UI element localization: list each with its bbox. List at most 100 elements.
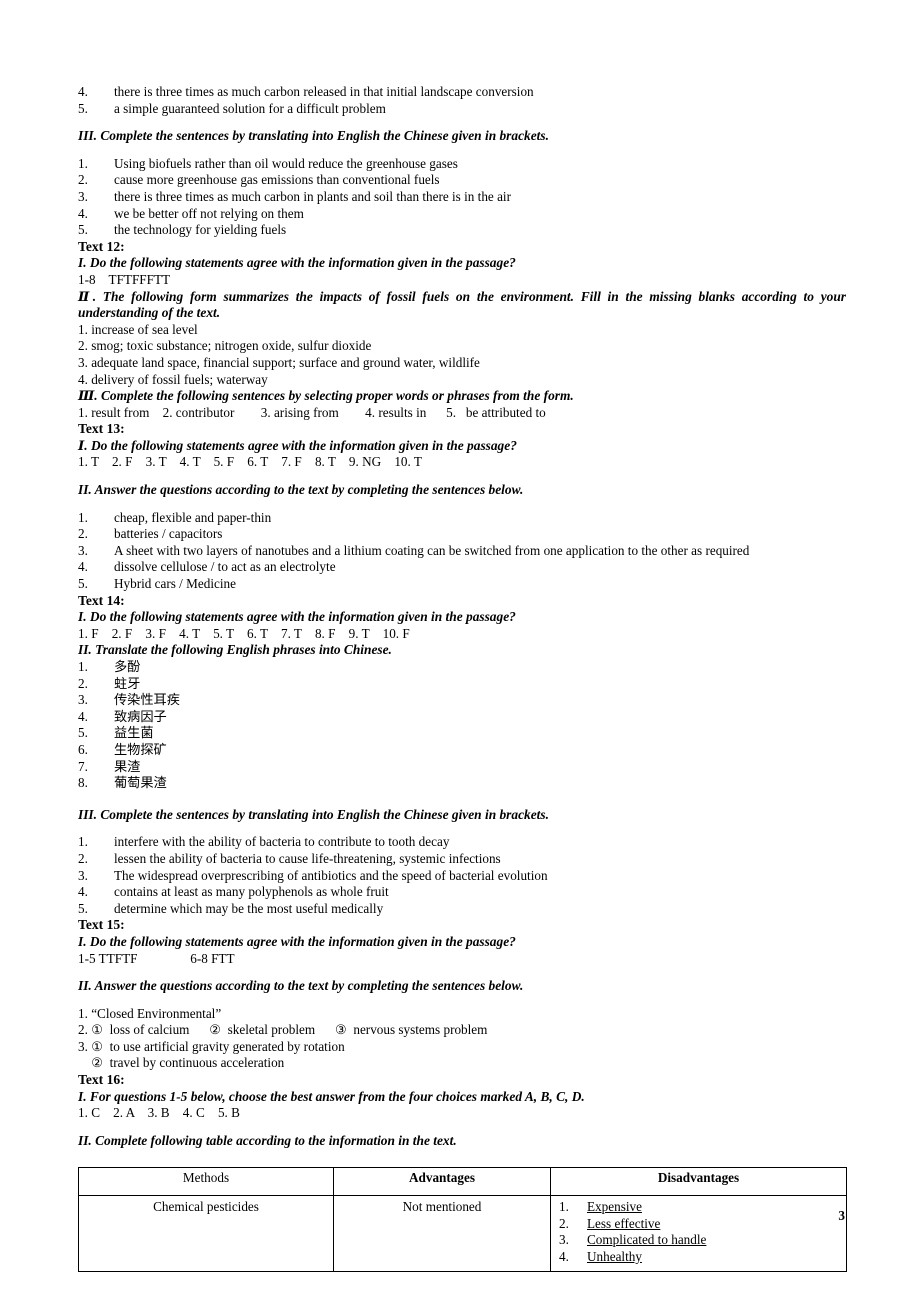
text16-title: Text 16:	[78, 1072, 125, 1088]
list-item-number: 2.	[78, 526, 88, 542]
list-item-text: Using biofuels rather than oil would red…	[114, 155, 458, 171]
list-item-number: 4.	[78, 84, 88, 99]
list-item-text: 葡萄果渣	[114, 775, 167, 791]
list-item-number: 2.	[78, 172, 88, 188]
list-item-text: 果渣	[114, 758, 141, 774]
text12-part2-answer-4: 4. delivery of fossil fuels; waterway	[78, 371, 268, 387]
table-cell-method: Chemical pesticides	[78, 1195, 334, 1273]
text14-title: Text 14:	[78, 592, 125, 608]
list-item: 2. cause more greenhouse gas emissions t…	[78, 172, 846, 189]
disadvantages-list: 1. Expensive 2. Less effective 3. Compli…	[551, 1199, 846, 1265]
text12-part2-heading: Ⅱ. The following form summarizes the imp…	[78, 288, 846, 321]
list-item: 1. 多酚	[78, 659, 846, 676]
list-item-number: 4.	[78, 884, 88, 900]
table-cell-disadvantages: 1. Expensive 2. Less effective 3. Compli…	[550, 1195, 847, 1273]
list-item: 2. batteries / capacitors	[78, 526, 846, 543]
list-item: 2. 蛀牙	[78, 676, 846, 693]
table-header-row: Methods Advantages Disadvantages	[78, 1167, 847, 1197]
list-item-number: 4.	[78, 708, 88, 724]
text14-part1-heading: I. Do the following statements agree wit…	[78, 609, 516, 625]
text12-title: Text 12:	[78, 238, 125, 254]
list-item-text: the technology for yielding fuels	[114, 222, 287, 238]
list-item: 1. cheap, flexible and paper-thin	[78, 510, 846, 527]
text16-part2-heading: II. Complete following table according t…	[78, 1132, 457, 1148]
list-item-text: Less effective	[587, 1215, 661, 1231]
list-item-number: 5.	[78, 222, 88, 238]
page-number: 3	[838, 1208, 845, 1223]
list-item: 5. 益生菌	[78, 725, 846, 742]
list-item: 4. contains at least as many polyphenols…	[78, 884, 846, 901]
text14-part2-heading: II. Translate the following English phra…	[78, 642, 392, 658]
text12-part1-heading: I. Do the following statements agree wit…	[78, 255, 516, 271]
list-item: 7. 果渣	[78, 759, 846, 776]
list-item-text: interfere with the ability of bacteria t…	[114, 834, 450, 850]
list-item: 3. A sheet with two layers of nanotubes …	[78, 543, 846, 560]
text13-part1-heading: Ⅰ. Do the following statements agree wit…	[78, 437, 517, 453]
list-item-text: 蛀牙	[114, 675, 141, 691]
list-item-text: The widespread overprescribing of antibi…	[114, 867, 548, 883]
table-container: Methods Advantages Disadvantages Chemica…	[78, 1167, 847, 1273]
table-cell-advantage: Not mentioned	[333, 1195, 551, 1273]
list-item: 2. lessen the ability of bacteria to cau…	[78, 851, 846, 868]
list-item-number: 4.	[559, 1248, 569, 1264]
text15-title: Text 15:	[78, 917, 125, 933]
list-item: 5. the technology for yielding fuels	[78, 222, 846, 239]
list-item-number: 3.	[78, 188, 88, 204]
list-item-number: 3.	[78, 692, 88, 708]
list-item: 4. 致病因子	[78, 709, 846, 726]
list-item-text: determine which may be the most useful m…	[114, 900, 384, 916]
section-heading-translate-1: III. Complete the sentences by translati…	[78, 128, 549, 144]
text13-part2-answers-list: 1. cheap, flexible and paper-thin 2. bat…	[78, 510, 846, 593]
top-continuation-list: 4. there is three times as much carbon r…	[78, 84, 846, 117]
list-item-text: cheap, flexible and paper-thin	[114, 509, 272, 525]
list-item-text: dissolve cellulose / to act as an electr…	[114, 559, 336, 575]
list-item-number: 2.	[78, 850, 88, 866]
list-item-text: cause more greenhouse gas emissions than…	[114, 172, 440, 188]
text15-part1-answer: 1-5 TTFTF 6-8 FTT	[78, 950, 235, 966]
list-item: 3. there is three times as much carbon i…	[78, 189, 846, 206]
table-header-disadvantages: Disadvantages	[550, 1167, 847, 1197]
list-item-number: 3.	[78, 867, 88, 883]
list-item: 4. dissolve cellulose / to act as an ele…	[78, 559, 846, 576]
list-item-number: 5.	[78, 900, 88, 916]
table-header-methods: Methods	[78, 1167, 334, 1197]
list-item-text: batteries / capacitors	[114, 526, 223, 542]
list-item-text: there is three times as much carbon rele…	[114, 84, 534, 99]
text15-part2-answer-4: ② travel by continuous acceleration	[78, 1055, 285, 1071]
text12-part3-heading: Ⅲ. Complete the following sentences by s…	[78, 388, 574, 404]
document-page: 4. there is three times as much carbon r…	[0, 0, 920, 1302]
page-content: 4. there is three times as much carbon r…	[78, 84, 847, 1273]
list-item: 8. 葡萄果渣	[78, 775, 846, 792]
list-item: 2. Less effective	[551, 1216, 846, 1232]
list-item-number: 6.	[78, 741, 88, 757]
text14-chinese-phrases-list: 1. 多酚 2. 蛀牙 3. 传染性耳疾 4. 致病因子 5. 益生菌 6. 生…	[78, 659, 846, 792]
list-item: 1. Expensive	[551, 1199, 846, 1215]
list-item-text: 传染性耳疾	[114, 692, 180, 708]
list-item-text: 多酚	[114, 659, 141, 674]
text12-part2-answer-1: 1. increase of sea level	[78, 321, 198, 337]
list-item-text: A sheet with two layers of nanotubes and…	[114, 542, 750, 558]
table-row: Chemical pesticides Not mentioned 1. Exp…	[78, 1195, 847, 1273]
text15-part2-heading: II. Answer the questions according to th…	[78, 978, 524, 994]
list-item-text: a simple guaranteed solution for a diffi…	[114, 100, 386, 116]
text15-part2-answer-3: 3. ① to use artificial gravity generated…	[78, 1038, 345, 1054]
text12-part2-answer-3: 3. adequate land space, financial suppor…	[78, 354, 480, 370]
list-item-text: 致病因子	[114, 708, 167, 724]
text12-part2-answer-2: 2. smog; toxic substance; nitrogen oxide…	[78, 338, 372, 354]
list-item-text: 生物探矿	[114, 741, 167, 757]
list-item-text: there is three times as much carbon in p…	[114, 188, 511, 204]
text12-part1-answer: 1-8 TFTFFFTT	[78, 271, 171, 287]
list-item-number: 1.	[78, 509, 88, 525]
list-item: 6. 生物探矿	[78, 742, 846, 759]
list-item-text: 益生菌	[114, 725, 154, 741]
list-item-text: contains at least as many polyphenols as…	[114, 884, 389, 900]
list-item-text: Unhealthy	[587, 1248, 642, 1264]
text12-part3-answer: 1. result from 2. contributor 3. arising…	[78, 404, 546, 420]
list-item-text: we be better off not relying on them	[114, 205, 304, 221]
list-item: 4. we be better off not relying on them	[78, 206, 846, 223]
text16-part1-heading: I. For questions 1-5 below, choose the b…	[78, 1088, 585, 1104]
text13-title: Text 13:	[78, 421, 125, 437]
text16-part1-answer: 1. C 2. A 3. B 4. C 5. B	[78, 1105, 240, 1121]
list-item: 1. interfere with the ability of bacteri…	[78, 834, 846, 851]
list-item: 5. Hybrid cars / Medicine	[78, 576, 846, 593]
